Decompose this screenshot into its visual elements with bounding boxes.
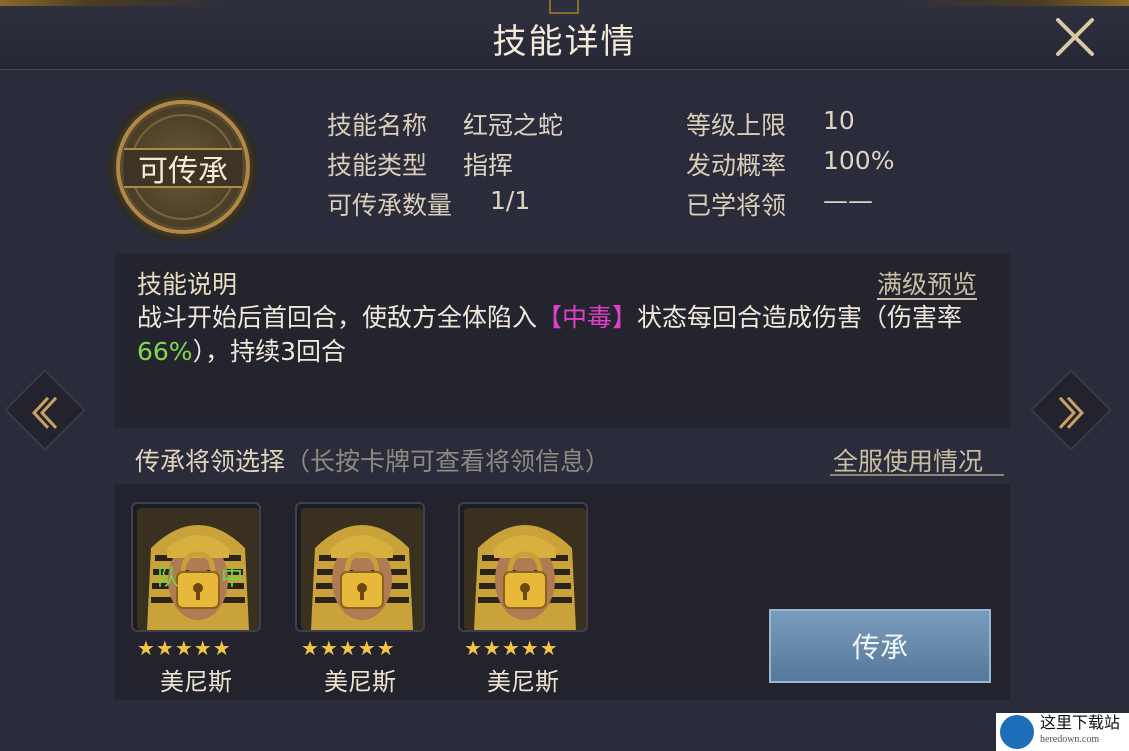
trigger-rate-value: 100% xyxy=(823,146,895,175)
general-name: 美尼斯 xyxy=(160,668,232,696)
close-icon xyxy=(1056,18,1094,56)
description-part1: 战斗开始后首回合，使敌方全体陷入 xyxy=(137,303,538,332)
skill-name-label: 技能名称 xyxy=(327,111,428,140)
prev-arrow-button[interactable] xyxy=(3,368,87,452)
inherit-button[interactable]: 传承 xyxy=(769,609,991,683)
inherit-title-text: 传承将领选择 xyxy=(135,447,286,476)
emblem-label: 可传承 xyxy=(124,148,242,189)
description-part3: ），持续3回合 xyxy=(192,337,346,366)
general-portrait: 队 中 xyxy=(137,508,259,630)
star-rating: ★★★★★ xyxy=(137,636,232,660)
star-rating: ★★★★★ xyxy=(464,636,559,660)
inherit-count-label: 可传承数量 xyxy=(327,191,453,220)
watermark-text: 这里下载站 heredown.com xyxy=(1040,716,1120,748)
server-usage-link[interactable]: 全服使用情况 xyxy=(833,442,983,478)
inherit-count-value: 1/1 xyxy=(490,186,531,215)
general-name: 美尼斯 xyxy=(487,668,559,696)
card-frame xyxy=(295,502,425,632)
description-title: 技能说明 xyxy=(137,270,238,299)
pharaoh-portrait-icon xyxy=(464,508,586,630)
page-title: 技能详情 xyxy=(492,22,637,62)
trigger-rate-label: 发动概率 xyxy=(686,151,787,180)
next-arrow-button[interactable] xyxy=(1029,368,1113,452)
chevron-right-icon xyxy=(1058,396,1085,429)
max-level-preview-link[interactable]: 满级预览 xyxy=(877,265,977,301)
poison-status: 【中毒】 xyxy=(537,303,638,332)
team-tag-right: 中 xyxy=(221,566,244,591)
watermark-logo-icon xyxy=(1000,715,1034,749)
header-bar: 技能详情 xyxy=(0,0,1129,70)
general-portrait xyxy=(301,508,423,630)
skill-name-value: 红冠之蛇 xyxy=(463,111,564,140)
inherit-hint: （长按卡牌可查看将领信息） xyxy=(285,447,611,476)
chevron-left-icon xyxy=(31,396,58,429)
watermark-title: 这里下载站 xyxy=(1040,715,1121,732)
inherit-section-title: 传承将领选择（长按卡牌可查看将领信息） xyxy=(135,442,610,478)
close-button[interactable] xyxy=(1052,14,1098,60)
card-frame xyxy=(458,502,588,632)
skill-type-value: 指挥 xyxy=(463,151,514,180)
level-cap-value: 10 xyxy=(823,106,855,135)
learned-general-label: 已学将领 xyxy=(686,191,787,220)
inheritable-emblem: 可传承 xyxy=(108,92,258,242)
team-tag-left: 队 xyxy=(157,566,180,591)
server-link-underline xyxy=(830,474,1004,476)
level-cap-label: 等级上限 xyxy=(686,111,787,140)
skill-type-label: 技能类型 xyxy=(327,151,428,180)
general-name: 美尼斯 xyxy=(324,668,396,696)
description-text: 战斗开始后首回合，使敌方全体陷入【中毒】状态每回合造成伤害（伤害率 66%），持续… xyxy=(137,301,992,369)
description-panel: 技能说明 满级预览 战斗开始后首回合，使敌方全体陷入【中毒】状态每回合造成伤害（… xyxy=(115,253,1010,428)
general-portrait xyxy=(464,508,586,630)
damage-rate: 66% xyxy=(137,337,193,366)
watermark-sub: heredown.com xyxy=(1040,734,1100,745)
site-watermark: 这里下载站 heredown.com xyxy=(996,713,1129,751)
header-notch xyxy=(549,0,579,14)
pharaoh-portrait-icon xyxy=(301,508,423,630)
learned-general-value: —— xyxy=(823,186,873,215)
description-part2: 状态每回合造成伤害（伤害率 xyxy=(637,303,963,332)
star-rating: ★★★★★ xyxy=(301,636,396,660)
card-frame: 队 中 xyxy=(131,502,261,632)
